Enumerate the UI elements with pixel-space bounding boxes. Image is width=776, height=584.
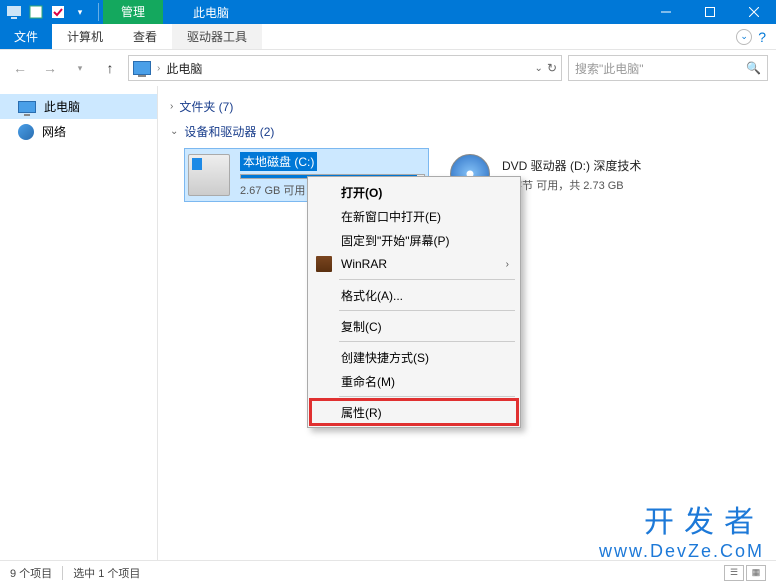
forward-button[interactable]: → [38, 56, 62, 80]
tab-computer[interactable]: 计算机 [52, 24, 118, 49]
menu-properties[interactable]: 属性(R) [311, 400, 517, 424]
navigation-pane: 此电脑 网络 [0, 86, 158, 560]
status-bar: 9 个项目 选中 1 个项目 ☰ ▦ [0, 560, 776, 584]
qat-dropdown[interactable]: ▾ [70, 2, 90, 22]
context-menu: 打开(O) 在新窗口中打开(E) 固定到"开始"屏幕(P) WinRAR› 格式… [307, 176, 521, 428]
menu-open[interactable]: 打开(O) [311, 180, 517, 204]
search-input[interactable]: 搜索"此电脑" 🔍 [568, 55, 768, 81]
app-icon[interactable] [4, 2, 24, 22]
pc-icon [18, 101, 36, 113]
menu-winrar[interactable]: WinRAR› [311, 252, 517, 276]
sidebar-item-this-pc[interactable]: 此电脑 [0, 94, 157, 119]
back-button[interactable]: ← [8, 56, 32, 80]
network-icon [18, 124, 34, 140]
item-count: 9 个项目 [10, 565, 52, 581]
address-bar[interactable]: › 此电脑 ⌄ ↻ [128, 55, 562, 81]
winrar-icon [316, 256, 332, 272]
menu-separator [339, 341, 515, 342]
pc-icon [133, 61, 151, 75]
ribbon-expand-icon[interactable]: ⌄ [736, 29, 752, 45]
breadcrumb[interactable]: 此电脑 [166, 60, 202, 77]
drive-status: 0 字节 可用，共 2.73 GB [502, 177, 689, 193]
menu-separator [339, 279, 515, 280]
sidebar-item-label: 网络 [42, 123, 66, 140]
menu-separator [339, 310, 515, 311]
sidebar-item-network[interactable]: 网络 [0, 119, 157, 144]
selection-count: 选中 1 个项目 [73, 565, 140, 581]
up-button[interactable]: ↑ [98, 56, 122, 80]
tab-drive-tools[interactable]: 驱动器工具 [172, 24, 262, 49]
qat-item[interactable] [26, 2, 46, 22]
search-placeholder: 搜索"此电脑" [575, 60, 644, 77]
drive-name: 本地磁盘 (C:) [240, 152, 317, 171]
title-bar: ▾ 管理 此电脑 [0, 0, 776, 24]
chevron-right-icon: › [170, 101, 173, 112]
submenu-arrow-icon: › [506, 259, 509, 270]
group-drives[interactable]: ⌄ 设备和驱动器 (2) [170, 123, 764, 140]
menu-create-shortcut[interactable]: 创建快捷方式(S) [311, 345, 517, 369]
contextual-tab-header: 管理 [103, 0, 163, 24]
view-tiles-icon[interactable]: ▦ [746, 565, 766, 581]
window-title: 此电脑 [163, 4, 259, 21]
menu-copy[interactable]: 复制(C) [311, 314, 517, 338]
chevron-down-icon: ⌄ [170, 126, 178, 137]
help-icon[interactable]: ? [758, 29, 766, 45]
minimize-button[interactable] [644, 0, 688, 24]
ribbon-tabs: 文件 计算机 查看 驱动器工具 ⌄ ? [0, 24, 776, 50]
view-details-icon[interactable]: ☰ [724, 565, 744, 581]
hdd-icon [188, 154, 230, 196]
menu-separator [339, 396, 515, 397]
menu-rename[interactable]: 重命名(M) [311, 369, 517, 393]
close-button[interactable] [732, 0, 776, 24]
group-folders[interactable]: › 文件夹 (7) [170, 98, 764, 115]
menu-open-new-window[interactable]: 在新窗口中打开(E) [311, 204, 517, 228]
qat-item[interactable] [48, 2, 68, 22]
recent-dropdown-icon[interactable]: ▾ [68, 56, 92, 80]
address-dropdown-icon[interactable]: ⌄ [535, 63, 543, 74]
menu-pin-to-start[interactable]: 固定到"开始"屏幕(P) [311, 228, 517, 252]
breadcrumb-separator-icon[interactable]: › [157, 63, 160, 74]
sidebar-item-label: 此电脑 [44, 98, 80, 115]
refresh-icon[interactable]: ↻ [547, 61, 557, 75]
tab-view[interactable]: 查看 [118, 24, 172, 49]
file-tab[interactable]: 文件 [0, 24, 52, 49]
drive-name: DVD 驱动器 (D:) 深度技术 [502, 157, 689, 174]
search-icon[interactable]: 🔍 [746, 61, 761, 75]
quick-access-toolbar: ▾ [0, 0, 94, 24]
navigation-bar: ← → ▾ ↑ › 此电脑 ⌄ ↻ 搜索"此电脑" 🔍 [0, 50, 776, 86]
menu-format[interactable]: 格式化(A)... [311, 283, 517, 307]
maximize-button[interactable] [688, 0, 732, 24]
